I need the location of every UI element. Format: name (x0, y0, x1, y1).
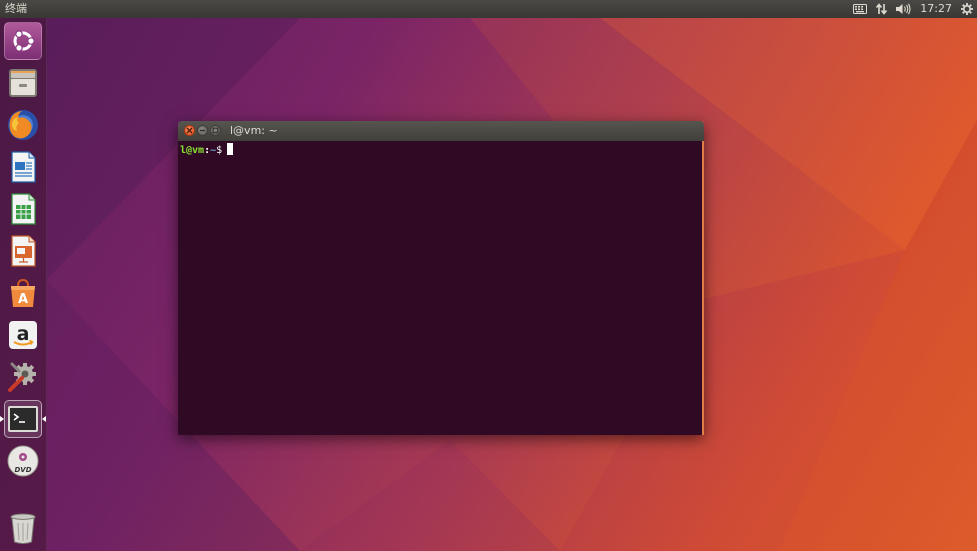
launcher-item-calc[interactable] (4, 190, 42, 228)
file-cabinet-icon (9, 69, 37, 97)
close-icon (186, 127, 193, 134)
active-indicator-right (42, 416, 46, 422)
launcher-item-software[interactable]: A (4, 274, 42, 312)
active-indicator-left (0, 416, 4, 422)
launcher-item-files[interactable] (4, 64, 42, 102)
window-titlebar[interactable]: l@vm: ~ (178, 121, 704, 141)
terminal-window[interactable]: l@vm: ~ l@vm:~$ (178, 121, 704, 435)
network-arrows-icon[interactable] (876, 0, 888, 18)
prompt-dollar: $ (216, 145, 223, 156)
top-panel: 终端 17:27 (0, 0, 977, 18)
svg-text:a: a (17, 323, 30, 345)
impress-presentation-icon (11, 235, 36, 267)
power-gear-icon[interactable] (961, 0, 973, 18)
launcher-item-amazon[interactable]: a (4, 316, 42, 354)
amazon-icon: a (9, 321, 37, 349)
keyboard-icon[interactable] (853, 0, 868, 18)
launcher: A a DVD (0, 18, 47, 551)
trash-icon (10, 513, 36, 544)
terminal-icon (8, 406, 38, 432)
dvd-disc-icon: DVD (7, 445, 39, 477)
calc-spreadsheet-icon (11, 193, 36, 225)
launcher-item-terminal[interactable] (4, 400, 42, 438)
minimize-icon (200, 129, 205, 132)
prompt-line[interactable]: l@vm:~$ (180, 143, 234, 157)
window-minimize-button[interactable] (197, 125, 208, 136)
desktop: 终端 17:27 A a DVD l@vm: ~ l@vm:~$ (0, 0, 977, 551)
writer-document-icon (11, 151, 36, 183)
launcher-item-writer[interactable] (4, 148, 42, 186)
launcher-item-firefox[interactable] (4, 106, 42, 144)
window-title: l@vm: ~ (230, 124, 278, 137)
svg-text:DVD: DVD (14, 466, 31, 474)
launcher-item-system-settings[interactable] (4, 358, 42, 396)
window-close-button[interactable] (184, 125, 195, 136)
maximize-icon (212, 127, 219, 134)
launcher-item-trash[interactable] (4, 509, 42, 547)
firefox-icon (8, 110, 38, 140)
prompt-user: l@vm (180, 145, 205, 156)
launcher-item-dvd[interactable]: DVD (4, 442, 42, 480)
software-bag-icon: A (11, 278, 35, 307)
settings-tools-icon (8, 362, 36, 392)
terminal-screen[interactable]: l@vm:~$ (178, 141, 704, 435)
app-title[interactable]: 终端 (5, 0, 27, 18)
indicator-area: 17:27 (853, 0, 973, 18)
ubuntu-logo-icon (13, 30, 35, 52)
text-cursor (227, 143, 234, 155)
svg-text:A: A (18, 292, 28, 307)
clock[interactable]: 17:27 (920, 0, 952, 18)
launcher-item-impress[interactable] (4, 232, 42, 270)
launcher-item-dash-home[interactable] (4, 22, 42, 60)
volume-icon[interactable] (896, 0, 911, 18)
window-maximize-button[interactable] (210, 125, 221, 136)
